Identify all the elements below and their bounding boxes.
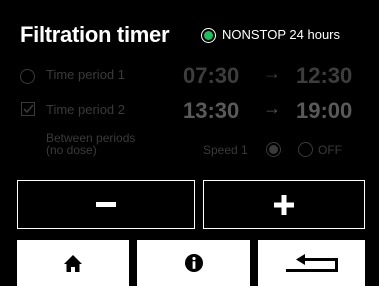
between-label: Between periods (no dose)	[46, 132, 135, 156]
decrement-button[interactable]: −	[17, 180, 195, 229]
back-button[interactable]	[258, 240, 365, 286]
period1-radio[interactable]	[20, 69, 35, 84]
period1-label: Time period 1	[46, 67, 125, 82]
period2-checkbox[interactable]	[21, 102, 35, 116]
increment-button[interactable]: +	[203, 180, 365, 229]
checkmark-icon	[22, 104, 34, 114]
back-arrow-icon	[285, 254, 338, 272]
period1-end[interactable]: 12:30	[296, 63, 352, 89]
period2-label: Time period 2	[46, 102, 125, 117]
speed1-radio[interactable]	[266, 142, 281, 157]
info-button[interactable]	[137, 240, 250, 286]
off-label: OFF	[318, 143, 342, 157]
home-icon	[64, 254, 82, 272]
plus-icon	[274, 194, 294, 215]
period2-start[interactable]: 13:30	[183, 98, 239, 124]
period1-arrow: →	[263, 63, 281, 83]
home-button[interactable]	[17, 240, 129, 286]
minus-icon	[96, 201, 116, 207]
nonstop-label[interactable]: NONSTOP 24 hours	[222, 27, 340, 42]
speed1-radio-dot	[269, 145, 278, 154]
period1-start[interactable]: 07:30	[183, 63, 239, 89]
page-title: Filtration timer	[20, 22, 170, 47]
period2-end[interactable]: 19:00	[296, 98, 352, 124]
speed1-label: Speed 1	[203, 143, 248, 157]
off-radio[interactable]	[298, 142, 313, 157]
info-icon	[184, 254, 203, 272]
period2-arrow: →	[263, 98, 281, 118]
nonstop-radio[interactable]	[201, 28, 216, 43]
nonstop-radio-dot	[204, 31, 213, 40]
between-label-line2: (no dose)	[46, 143, 97, 157]
